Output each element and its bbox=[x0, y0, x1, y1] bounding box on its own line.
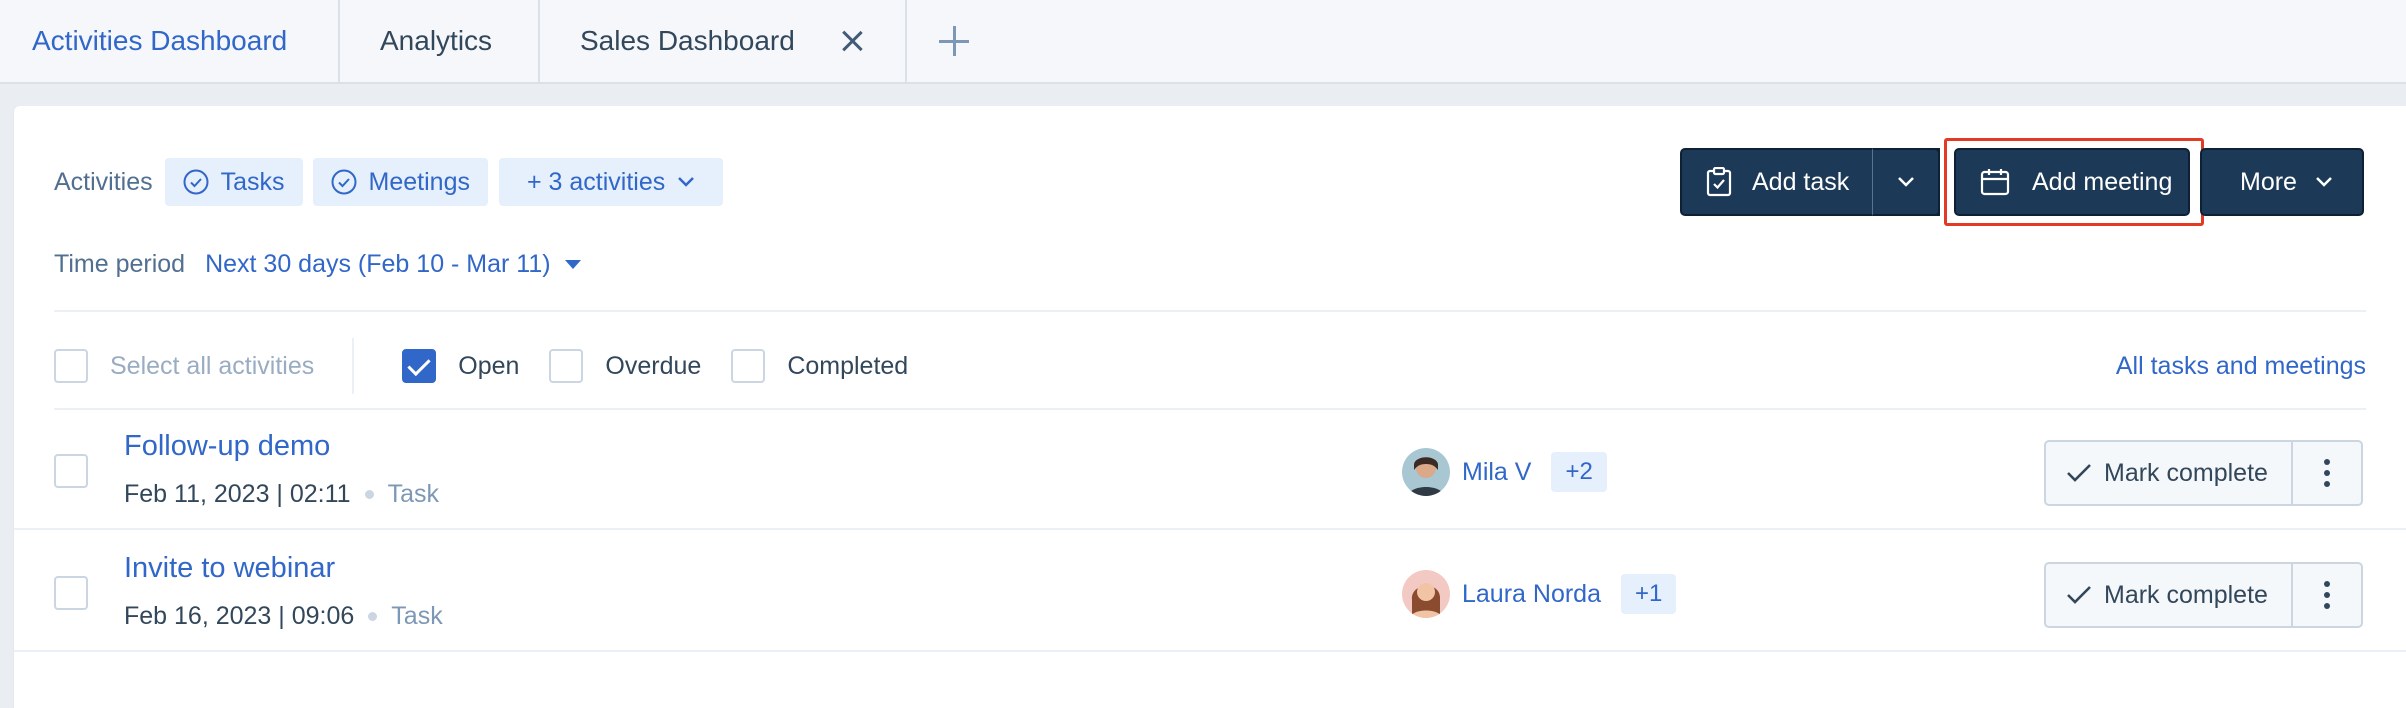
status-filter-row: Select all activities Open Overdue Compl… bbox=[54, 338, 2366, 394]
filter-open[interactable]: Open bbox=[402, 349, 519, 383]
task-icon bbox=[1706, 167, 1732, 197]
select-all-label: Select all activities bbox=[110, 351, 315, 380]
check-circle-icon bbox=[331, 169, 357, 195]
open-label: Open bbox=[458, 351, 520, 380]
plus-icon bbox=[939, 26, 969, 56]
add-task-dropdown[interactable] bbox=[1872, 148, 1940, 216]
extra-assignees-badge[interactable]: +2 bbox=[1551, 452, 1607, 492]
calendar-icon bbox=[1980, 169, 2010, 196]
more-options-icon[interactable] bbox=[2293, 562, 2363, 628]
more-options-icon[interactable] bbox=[2293, 440, 2363, 506]
caret-down-icon bbox=[564, 260, 581, 269]
chevron-down-icon bbox=[678, 177, 695, 187]
mark-complete-button[interactable]: Mark complete bbox=[2044, 440, 2293, 506]
separator-dot bbox=[364, 490, 374, 499]
extra-assignees-badge[interactable]: +1 bbox=[1620, 574, 1677, 614]
add-meeting-label: Add meeting bbox=[2032, 167, 2173, 196]
filters-label: Activities bbox=[54, 167, 153, 196]
tab-label: Sales Dashboard bbox=[580, 25, 795, 56]
mark-complete-label: Mark complete bbox=[2104, 458, 2268, 487]
chip-label: Tasks bbox=[220, 167, 285, 196]
activity-row: Follow-up demo Feb 11, 2023 | 02:11 Task… bbox=[14, 410, 2406, 530]
activity-title[interactable]: Follow-up demo bbox=[124, 430, 330, 463]
mark-complete-group: Mark complete bbox=[2044, 440, 2363, 506]
tab-sales-dashboard[interactable]: Sales Dashboard bbox=[540, 0, 907, 82]
check-icon bbox=[2067, 464, 2091, 482]
chevron-down-icon bbox=[1897, 177, 1914, 187]
activity-meta: Feb 11, 2023 | 02:11 Task bbox=[124, 480, 439, 509]
activity-meta: Feb 16, 2023 | 09:06 Task bbox=[124, 602, 443, 631]
close-icon[interactable] bbox=[839, 28, 865, 54]
separator-dot bbox=[368, 612, 378, 621]
all-tasks-link[interactable]: All tasks and meetings bbox=[2116, 352, 2366, 381]
add-task-label: Add task bbox=[1752, 167, 1850, 196]
assignee: Laura Norda +1 bbox=[1402, 570, 1677, 618]
avatar bbox=[1402, 448, 1450, 496]
activity-type: Task bbox=[391, 602, 443, 630]
chevron-down-icon bbox=[2316, 177, 2332, 187]
activity-row: Invite to webinar Feb 16, 2023 | 09:06 T… bbox=[14, 532, 2406, 652]
time-period-dropdown[interactable]: Next 30 days (Feb 10 - Mar 11) bbox=[205, 250, 581, 279]
select-all-checkbox[interactable] bbox=[54, 349, 88, 383]
chip-meetings[interactable]: Meetings bbox=[312, 158, 488, 206]
mark-complete-label: Mark complete bbox=[2104, 580, 2268, 609]
tab-activities-dashboard[interactable]: Activities Dashboard bbox=[0, 0, 340, 82]
overdue-label: Overdue bbox=[605, 351, 702, 380]
mark-complete-group: Mark complete bbox=[2044, 562, 2363, 628]
select-all-checkbox-group[interactable]: Select all activities bbox=[54, 349, 314, 383]
time-period-filter: Time period Next 30 days (Feb 10 - Mar 1… bbox=[54, 250, 581, 279]
chip-tasks[interactable]: Tasks bbox=[164, 158, 303, 206]
filter-completed[interactable]: Completed bbox=[731, 349, 908, 383]
divider bbox=[54, 310, 2366, 312]
assignee: Mila V +2 bbox=[1402, 448, 1607, 496]
more-label: More bbox=[2240, 167, 2297, 196]
assignee-name[interactable]: Laura Norda bbox=[1462, 580, 1601, 609]
completed-checkbox[interactable] bbox=[731, 349, 766, 383]
time-period-label: Time period bbox=[54, 250, 186, 278]
tab-bar: Activities Dashboard Analytics Sales Das… bbox=[0, 0, 2406, 84]
chip-label: + 3 activities bbox=[527, 167, 666, 196]
completed-label: Completed bbox=[787, 351, 909, 380]
check-circle-icon bbox=[183, 169, 209, 195]
activity-type-filters: Activities Tasks Meetings + 3 activities bbox=[54, 158, 733, 206]
tab-label: Activities Dashboard bbox=[32, 25, 288, 56]
check-icon bbox=[2067, 586, 2091, 604]
mark-complete-button[interactable]: Mark complete bbox=[2044, 562, 2293, 628]
activities-card: Activities Tasks Meetings + 3 activities… bbox=[14, 106, 2406, 708]
add-meeting-button[interactable]: Add meeting bbox=[1954, 148, 2190, 216]
chip-label: Meetings bbox=[368, 167, 470, 196]
activity-datetime: Feb 16, 2023 | 09:06 bbox=[124, 602, 355, 630]
add-tab-button[interactable] bbox=[907, 0, 987, 82]
divider bbox=[352, 338, 355, 394]
open-checkbox[interactable] bbox=[402, 349, 437, 383]
avatar bbox=[1402, 570, 1450, 618]
more-activities-dropdown[interactable]: + 3 activities bbox=[499, 158, 724, 206]
time-period-value: Next 30 days (Feb 10 - Mar 11) bbox=[205, 250, 551, 278]
row-checkbox[interactable] bbox=[54, 454, 88, 488]
row-checkbox[interactable] bbox=[54, 576, 88, 610]
tab-analytics[interactable]: Analytics bbox=[340, 0, 540, 82]
activity-datetime: Feb 11, 2023 | 02:11 bbox=[124, 480, 351, 508]
more-button[interactable]: More bbox=[2200, 148, 2364, 216]
assignee-name[interactable]: Mila V bbox=[1462, 458, 1531, 487]
activity-title[interactable]: Invite to webinar bbox=[124, 552, 335, 585]
activity-type: Task bbox=[387, 480, 439, 508]
tab-label: Analytics bbox=[380, 25, 493, 56]
overdue-checkbox[interactable] bbox=[549, 349, 584, 383]
filter-overdue[interactable]: Overdue bbox=[549, 349, 701, 383]
